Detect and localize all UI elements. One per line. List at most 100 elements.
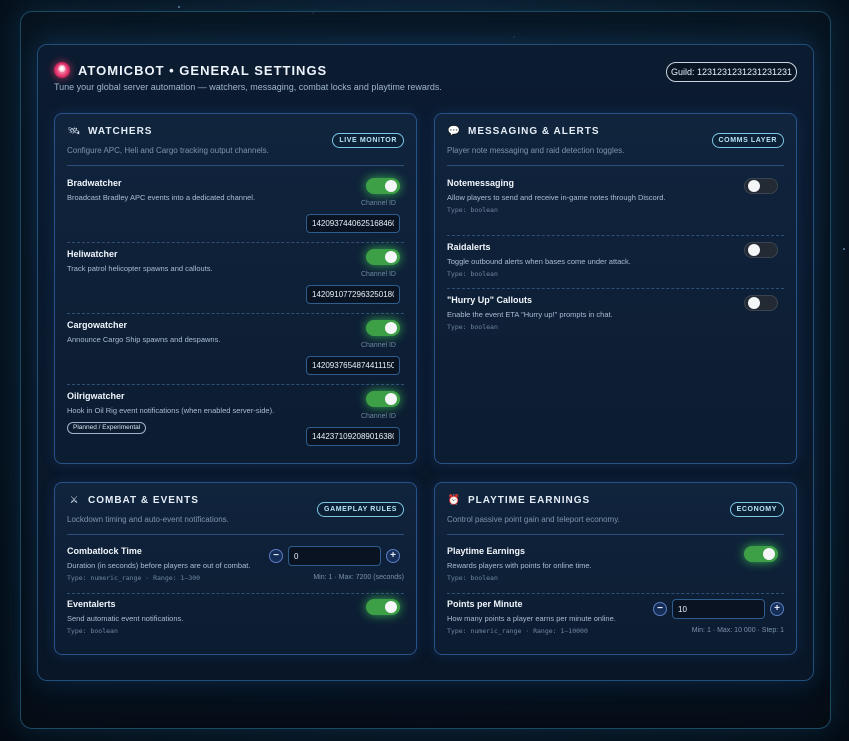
row-divider [447,593,784,594]
notemessaging-description: Allow players to send and receive in-gam… [447,193,666,202]
points-per-minute-stepper: − + [653,599,784,619]
bradwatcher-label: Bradwatcher [67,178,122,188]
planned-experimental-tag: Planned / Experimental [67,422,147,434]
hurry-up-callouts-description: Enable the event ETA "Hurry up!" prompts… [447,310,613,319]
satellite-icon: 🛰 [67,126,81,137]
watchers-card: 🛰 WATCHERS Configure APC, Heli and Cargo… [54,113,417,464]
type-label: Type: boolean [67,627,118,635]
type-label: Type: boolean [447,206,498,214]
combatlock-description: Duration (in seconds) before players are… [67,561,251,570]
toggle-knob [385,251,397,263]
divider [447,165,784,166]
notemessaging-row: Notemessaging Allow players to send and … [447,178,784,228]
row-divider [67,242,404,243]
page-subtitle: Tune your global server automation — wat… [54,82,442,92]
notemessaging-label: Notemessaging [447,178,515,188]
points-per-minute-range-hint: Min: 1 · Max: 10 000 · Step: 1 [691,627,784,634]
eventalerts-description: Send automatic event notifications. [67,614,184,623]
star-decoration [178,6,180,8]
combat-card: ⚔ COMBAT & EVENTS Lockdown timing and au… [54,482,417,655]
combatlock-row: Combatlock Time Duration (in seconds) be… [67,546,404,590]
heliwatcher-toggle[interactable] [366,249,400,265]
row-divider [67,313,404,314]
raidalerts-row: Raidalerts Toggle outbound alerts when b… [447,242,784,282]
eventalerts-toggle[interactable] [366,599,400,615]
cargowatcher-label: Cargowatcher [67,320,128,330]
cargowatcher-channel-input[interactable] [306,356,400,375]
messaging-header: 💬 MESSAGING & ALERTS [447,126,600,137]
oilrigwatcher-channel-input[interactable] [306,427,400,446]
guild-id-badge: Guild: 1231231231231231231 [666,62,797,82]
playtime-earnings-toggle[interactable] [744,546,778,562]
notemessaging-toggle[interactable] [744,178,778,194]
gameplay-rules-badge: GAMEPLAY RULES [317,502,404,517]
toggle-knob [385,322,397,334]
alarm-clock-icon: ⏰ [447,495,461,506]
bradwatcher-toggle[interactable] [366,178,400,194]
toggle-knob [748,180,760,192]
combatlock-range-hint: Min: 1 · Max: 7200 (seconds) [313,574,404,581]
page-header: ✺ ATOMICBOT • GENERAL SETTINGS [54,62,327,78]
row-divider [447,235,784,236]
increment-button[interactable]: + [770,602,784,616]
cargowatcher-row: Cargowatcher Announce Cargo Ship spawns … [67,320,404,380]
type-label: Type: boolean [447,323,498,331]
playtime-card: ⏰ PLAYTIME EARNINGS Control passive poin… [434,482,797,655]
divider [67,534,404,535]
hurry-up-callouts-row: "Hurry Up" Callouts Enable the event ETA… [447,295,784,335]
speech-bubble-icon: 💬 [447,126,461,137]
points-per-minute-description: How many points a player earns per minut… [447,614,616,623]
combat-description: Lockdown timing and auto-event notificat… [67,515,229,524]
combatlock-stepper: − + [269,546,400,566]
cargowatcher-toggle[interactable] [366,320,400,336]
toggle-knob [748,297,760,309]
row-divider [67,384,404,385]
raidalerts-toggle[interactable] [744,242,778,258]
decrement-button[interactable]: − [269,549,283,563]
channel-id-label: Channel ID [360,271,396,278]
points-per-minute-row: Points per Minute How many points a play… [447,599,784,643]
playtime-earnings-label: Playtime Earnings [447,546,526,556]
toggle-knob [385,180,397,192]
type-label: Type: boolean [447,270,498,278]
decrement-button[interactable]: − [653,602,667,616]
eventalerts-row: Eventalerts Send automatic event notific… [67,599,404,639]
channel-id-label: Channel ID [360,200,396,207]
live-monitor-badge: LIVE MONITOR [332,133,404,148]
atomicbot-logo-icon: ✺ [54,62,70,78]
combat-title: COMBAT & EVENTS [88,495,199,506]
playtime-description: Control passive point gain and teleport … [447,515,620,524]
oilrigwatcher-toggle[interactable] [366,391,400,407]
toggle-knob [763,548,775,560]
messaging-description: Player note messaging and raid detection… [447,146,625,155]
watchers-header: 🛰 WATCHERS [67,126,152,137]
row-divider [447,288,784,289]
playtime-earnings-row: Playtime Earnings Rewards players with p… [447,546,784,590]
combatlock-input[interactable] [288,546,381,566]
heliwatcher-row: Heliwatcher Track patrol helicopter spaw… [67,249,404,309]
toggle-knob [385,393,397,405]
hurry-up-callouts-toggle[interactable] [744,295,778,311]
hurry-up-callouts-label: "Hurry Up" Callouts [447,295,533,305]
playtime-earnings-description: Rewards players with points for online t… [447,561,592,570]
heliwatcher-channel-input[interactable] [306,285,400,304]
watchers-description: Configure APC, Heli and Cargo tracking o… [67,146,269,155]
bradwatcher-row: Bradwatcher Broadcast Bradley APC events… [67,178,404,238]
combat-header: ⚔ COMBAT & EVENTS [67,495,199,506]
heliwatcher-description: Track patrol helicopter spawns and callo… [67,264,213,273]
comms-layer-badge: COMMS LAYER [711,133,784,148]
increment-button[interactable]: + [386,549,400,563]
crossed-swords-icon: ⚔ [69,495,79,506]
points-per-minute-input[interactable] [672,599,765,619]
divider [67,165,404,166]
oilrigwatcher-description: Hook in Oil Rig event notifications (whe… [67,406,275,415]
messaging-title: MESSAGING & ALERTS [468,126,600,137]
bradwatcher-channel-input[interactable] [306,214,400,233]
channel-id-label: Channel ID [360,413,396,420]
watchers-title: WATCHERS [88,126,153,137]
raidalerts-description: Toggle outbound alerts when bases come u… [447,257,631,266]
row-divider [67,593,404,594]
toggle-knob [748,244,760,256]
cargowatcher-description: Announce Cargo Ship spawns and despawns. [67,335,221,344]
page-title: ATOMICBOT • GENERAL SETTINGS [78,62,328,78]
